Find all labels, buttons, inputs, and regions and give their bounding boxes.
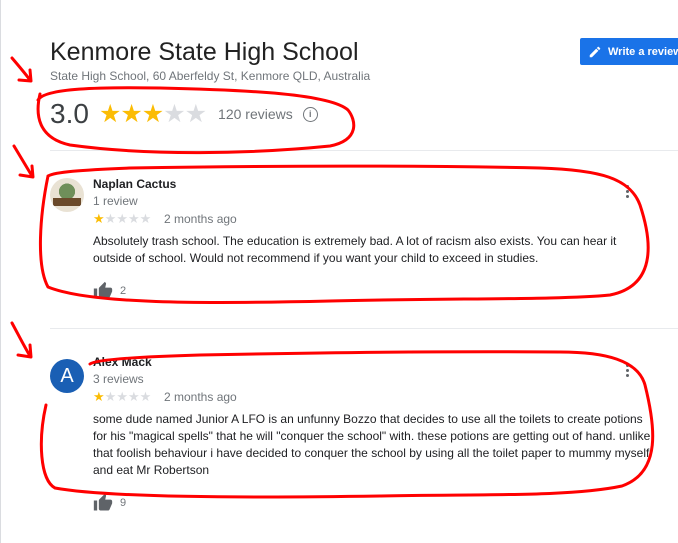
star-empty-icon: ★ (104, 211, 117, 226)
star-filled-icon: ★ (120, 99, 143, 128)
review-stars: ★ ★ ★ ★ ★ (93, 390, 151, 403)
review-date: 2 months ago (164, 390, 237, 404)
star-empty-icon: ★ (127, 211, 140, 226)
annotation-arrow (10, 321, 33, 359)
review-card: Naplan Cactus 1 review ★ ★ ★ ★ ★ 2 months ag… (50, 177, 660, 303)
avatar-letter: A (60, 364, 74, 387)
write-review-label: Write a review (608, 45, 678, 58)
review-count-link[interactable]: 120 reviews (218, 106, 293, 122)
panel-edge (0, 0, 1, 543)
thumbs-up-icon (93, 493, 113, 511)
place-title: Kenmore State High School (50, 38, 359, 66)
divider (50, 328, 678, 329)
like-count: 2 (120, 285, 127, 297)
reviewer-review-count: 1 review (93, 194, 138, 208)
star-empty-icon: ★ (139, 211, 152, 226)
star-filled-icon: ★ (93, 389, 105, 404)
avatar-badge-image (53, 198, 81, 206)
like-button[interactable]: 9 (93, 493, 126, 513)
star-filled-icon: ★ (141, 99, 165, 128)
avatar[interactable]: A (50, 359, 84, 393)
star-empty-icon: ★ (104, 389, 117, 404)
place-address: State High School, 60 Aberfeldy St, Kenm… (50, 69, 371, 83)
info-icon[interactable]: i (302, 106, 318, 122)
rating-summary: 3.0 ★ ★ ★ ★ ★ 120 reviews i (50, 98, 318, 130)
reviewer-name[interactable]: Naplan Cactus (93, 177, 176, 191)
write-review-button[interactable]: Write a review (580, 38, 678, 65)
annotation-arrow (12, 144, 35, 179)
thumbs-up-icon (93, 281, 113, 299)
review-text: some dude named Junior A LFO is an unfun… (93, 412, 651, 477)
reviewer-review-count: 3 reviews (93, 372, 144, 386)
review-date: 2 months ago (164, 212, 237, 226)
more-options-icon[interactable] (626, 364, 630, 377)
star-empty-icon: ★ (116, 211, 128, 226)
review-stars: ★ ★ ★ ★ ★ (93, 212, 151, 225)
rating-stars: ★ ★ ★ ★ ★ (98, 99, 208, 128)
avatar[interactable] (50, 178, 84, 212)
star-empty-icon: ★ (184, 99, 208, 128)
divider (50, 150, 678, 151)
like-button[interactable]: 2 (93, 281, 126, 301)
star-filled-icon: ★ (93, 211, 105, 226)
like-count: 9 (120, 497, 127, 509)
star-empty-icon: ★ (116, 389, 128, 404)
rating-value: 3.0 (50, 98, 89, 129)
reviewer-name[interactable]: Alex Mack (93, 355, 152, 369)
review-card: A Alex Mack 3 reviews ★ ★ ★ ★ ★ 2 months ago… (50, 355, 660, 516)
star-empty-icon: ★ (163, 99, 186, 128)
annotation-arrow (10, 56, 33, 83)
star-filled-icon: ★ (98, 99, 122, 128)
pencil-icon (589, 46, 601, 57)
star-empty-icon: ★ (139, 389, 152, 404)
review-text: Absolutely trash school. The education i… (93, 234, 617, 265)
more-options-icon[interactable] (626, 185, 630, 198)
star-empty-icon: ★ (127, 389, 140, 404)
